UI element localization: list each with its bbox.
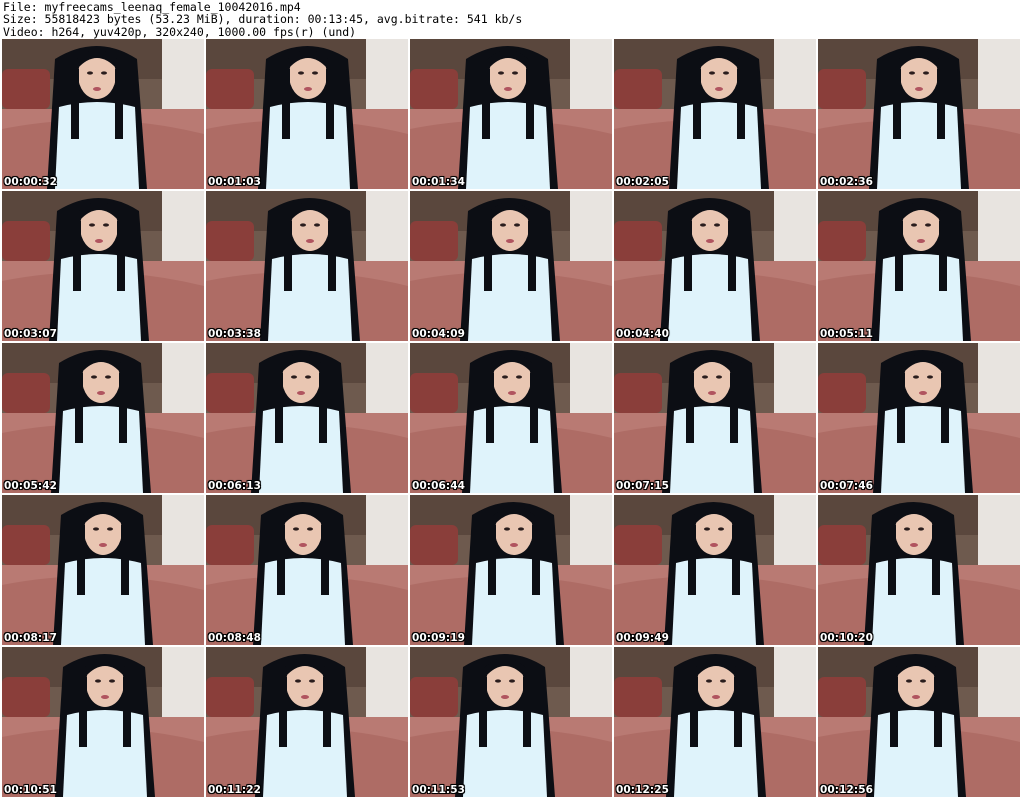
frame-image [614, 39, 816, 189]
frame-image [206, 191, 408, 341]
video-info-line: Video: h264, yuv420p, 320x240, 1000.00 f… [3, 24, 357, 39]
thumbnail-timestamp: 00:06:44 [412, 480, 466, 492]
frame-image [614, 647, 816, 797]
thumbnail-timestamp: 00:09:19 [412, 632, 466, 644]
frame-image [410, 647, 612, 797]
frame-image [614, 343, 816, 493]
video-thumbnail[interactable]: 00:07:15 [614, 343, 816, 493]
video-thumbnail[interactable]: 00:04:09 [410, 191, 612, 341]
video-thumbnail[interactable]: 00:10:20 [818, 495, 1020, 645]
frame-image [410, 495, 612, 645]
video-thumbnail[interactable]: 00:05:11 [818, 191, 1020, 341]
frame-image [614, 191, 816, 341]
frame-image [206, 495, 408, 645]
thumbnail-timestamp: 00:08:48 [208, 632, 262, 644]
thumbnail-timestamp: 00:04:09 [412, 328, 466, 340]
video-thumbnail[interactable]: 00:02:36 [818, 39, 1020, 189]
thumbnail-timestamp: 00:03:07 [4, 328, 58, 340]
video-thumbnail[interactable]: 00:12:25 [614, 647, 816, 797]
video-thumbnail[interactable]: 00:08:48 [206, 495, 408, 645]
thumbnail-timestamp: 00:11:53 [412, 784, 466, 796]
video-thumbnail[interactable]: 00:11:53 [410, 647, 612, 797]
video-thumbnail[interactable]: 00:09:19 [410, 495, 612, 645]
video-thumbnail[interactable]: 00:06:13 [206, 343, 408, 493]
thumbnail-timestamp: 00:07:15 [616, 480, 670, 492]
thumbnail-timestamp: 00:03:38 [208, 328, 262, 340]
thumbnail-timestamp: 00:05:42 [4, 480, 58, 492]
thumbnail-timestamp: 00:12:25 [616, 784, 670, 796]
thumbnail-timestamp: 00:10:20 [820, 632, 874, 644]
thumbnail-timestamp: 00:05:11 [820, 328, 874, 340]
frame-image [410, 343, 612, 493]
video-thumbnail[interactable]: 00:01:03 [206, 39, 408, 189]
frame-image [410, 39, 612, 189]
frame-image [2, 191, 204, 341]
thumbnail-grid: 00:00:32 00:01:03 00:01:34 00:02:05 00:02:36… [0, 39, 1024, 799]
thumbnail-timestamp: 00:00:32 [4, 176, 58, 188]
thumbnail-timestamp: 00:07:46 [820, 480, 874, 492]
video-thumbnail[interactable]: 00:07:46 [818, 343, 1020, 493]
thumbnail-timestamp: 00:11:22 [208, 784, 262, 796]
frame-image [2, 39, 204, 189]
frame-image [2, 647, 204, 797]
video-thumbnail[interactable]: 00:02:05 [614, 39, 816, 189]
video-thumbnail[interactable]: 00:06:44 [410, 343, 612, 493]
thumbnail-timestamp: 00:04:40 [616, 328, 670, 340]
frame-image [818, 343, 1020, 493]
thumbnail-timestamp: 00:01:34 [412, 176, 466, 188]
video-thumbnail[interactable]: 00:00:32 [2, 39, 204, 189]
thumbnail-timestamp: 00:02:36 [820, 176, 874, 188]
frame-image [614, 495, 816, 645]
thumbnail-timestamp: 00:12:56 [820, 784, 874, 796]
video-thumbnail[interactable]: 00:12:56 [818, 647, 1020, 797]
frame-image [206, 39, 408, 189]
video-thumbnail[interactable]: 00:01:34 [410, 39, 612, 189]
thumbnail-timestamp: 00:06:13 [208, 480, 262, 492]
frame-image [2, 343, 204, 493]
video-thumbnail[interactable]: 00:09:49 [614, 495, 816, 645]
frame-image [818, 39, 1020, 189]
thumbnail-timestamp: 00:09:49 [616, 632, 670, 644]
frame-image [410, 191, 612, 341]
frame-image [818, 647, 1020, 797]
frame-image [206, 647, 408, 797]
thumbnail-timestamp: 00:08:17 [4, 632, 58, 644]
video-thumbnail[interactable]: 00:03:38 [206, 191, 408, 341]
frame-image [206, 343, 408, 493]
file-size-line: Size: 55818423 bytes (53.23 MiB), durati… [3, 12, 523, 27]
video-thumbnail[interactable]: 00:04:40 [614, 191, 816, 341]
frame-image [818, 495, 1020, 645]
video-thumbnail[interactable]: 00:08:17 [2, 495, 204, 645]
thumbnail-timestamp: 00:10:51 [4, 784, 58, 796]
thumbnail-timestamp: 00:01:03 [208, 176, 262, 188]
thumbnail-timestamp: 00:02:05 [616, 176, 670, 188]
file-info-header: File: myfreecams_leenaq_female_10042016.… [0, 0, 1024, 39]
video-thumbnail[interactable]: 00:05:42 [2, 343, 204, 493]
frame-image [818, 191, 1020, 341]
video-thumbnail[interactable]: 00:10:51 [2, 647, 204, 797]
video-thumbnail[interactable]: 00:03:07 [2, 191, 204, 341]
video-thumbnail[interactable]: 00:11:22 [206, 647, 408, 797]
frame-image [2, 495, 204, 645]
